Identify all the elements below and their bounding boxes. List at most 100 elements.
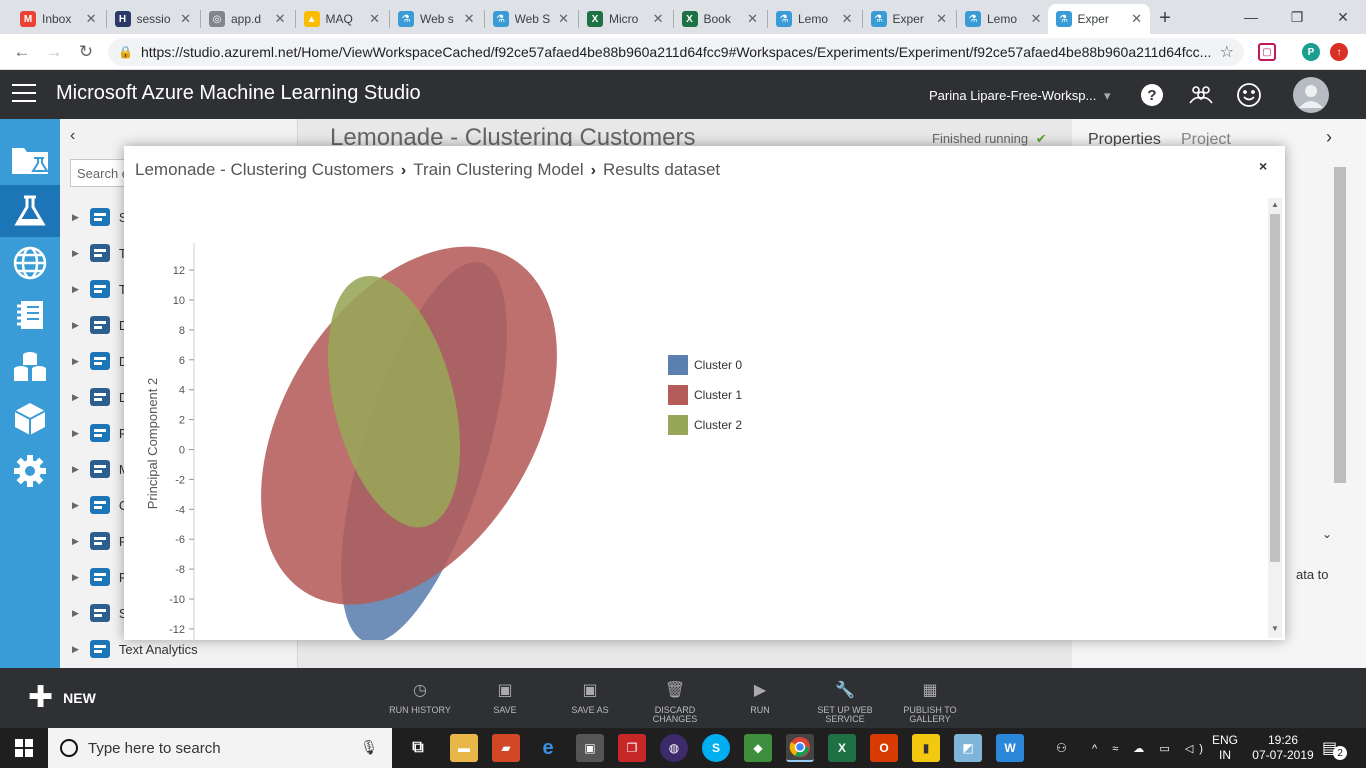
clock[interactable]: 19:26 07-07-2019 xyxy=(1252,728,1314,768)
forward-icon[interactable]: → xyxy=(42,40,66,64)
expand-arrow-icon[interactable]: ▶ xyxy=(72,392,79,403)
file-explorer-icon[interactable]: ▬ xyxy=(450,734,478,762)
palette-item[interactable]: ▶S xyxy=(72,595,128,631)
palette-item[interactable]: ▶C xyxy=(72,487,128,523)
user-avatar[interactable] xyxy=(1293,77,1329,113)
command-run-history[interactable]: ◷ RUN HISTORY xyxy=(377,680,463,715)
expand-arrow-icon[interactable]: ▶ xyxy=(72,428,79,439)
close-icon[interactable]: × xyxy=(1259,158,1267,174)
office-icon[interactable]: O xyxy=(870,734,898,762)
palette-item[interactable]: ▶D xyxy=(72,343,128,379)
edge-icon[interactable]: e xyxy=(534,734,562,762)
palette-item[interactable]: ▶S xyxy=(72,199,128,235)
language-indicator[interactable]: ENG IN xyxy=(1212,728,1238,768)
tab-close-icon[interactable]: ✕ xyxy=(275,11,286,27)
palette-item[interactable]: ▶R xyxy=(72,559,128,595)
new-button[interactable]: ✚ NEW xyxy=(28,683,96,713)
tab-close-icon[interactable]: ✕ xyxy=(936,11,947,27)
command-set-up-web-service[interactable]: 🔧 SET UP WEB SERVICE xyxy=(802,680,888,724)
palette-item[interactable]: ▶P xyxy=(72,523,128,559)
system-tray-icons[interactable]: ^ ≈ ☁ ▭ ◁) xyxy=(1092,728,1209,768)
excel-taskbar-icon[interactable]: X xyxy=(828,734,856,762)
store-icon[interactable]: ▣ xyxy=(576,734,604,762)
projects-icon[interactable] xyxy=(0,133,60,185)
experiments-icon[interactable] xyxy=(0,185,60,237)
tab-close-icon[interactable]: ✕ xyxy=(747,11,758,27)
task-view-icon[interactable]: ⧉ xyxy=(404,734,432,762)
expand-arrow-icon[interactable]: ▶ xyxy=(72,608,79,619)
taskbar-search-input[interactable]: Type here to search 🎙 xyxy=(48,728,392,768)
tab-close-icon[interactable]: ✕ xyxy=(653,11,664,27)
datasets-icon[interactable] xyxy=(0,341,60,393)
command-save-as[interactable]: ▣ SAVE AS xyxy=(547,680,633,715)
collapse-palette-icon[interactable]: ‹ xyxy=(70,127,75,145)
command-run[interactable]: ▶ RUN xyxy=(717,680,803,715)
expand-arrow-icon[interactable]: ▶ xyxy=(72,212,79,223)
browser-tab[interactable]: ⚗ Web S ✕ xyxy=(485,4,578,34)
url-text[interactable]: https://studio.azureml.net/Home/ViewWork… xyxy=(141,44,1220,60)
palette-item[interactable]: ▶ T xyxy=(72,235,127,271)
tab-close-icon[interactable]: ✕ xyxy=(1031,11,1042,27)
expand-arrow-icon[interactable]: ▶ xyxy=(72,356,79,367)
expand-arrow-icon[interactable]: ▶ xyxy=(72,536,79,547)
expand-arrow-icon[interactable]: ▶ xyxy=(72,248,79,259)
microphone-icon[interactable]: 🎙 xyxy=(360,739,378,756)
people-icon[interactable]: ⚇ xyxy=(1056,728,1067,768)
breadcrumb-module[interactable]: Train Clustering Model xyxy=(413,160,583,179)
browser-tab[interactable]: Hsessio ✕ xyxy=(107,4,200,34)
chrome-icon[interactable] xyxy=(786,734,814,762)
profile-avatar[interactable]: P xyxy=(1302,43,1320,61)
w-app-icon[interactable]: W xyxy=(996,734,1024,762)
browser-tab[interactable]: X Book ✕ xyxy=(674,4,767,34)
browser-tab[interactable]: ⚗ Exper ✕ xyxy=(863,4,956,34)
palette-item[interactable]: ▶D xyxy=(72,379,128,415)
expand-panel-icon[interactable]: › xyxy=(1326,127,1332,148)
command-save[interactable]: ▣ SAVE xyxy=(462,680,548,715)
browser-tab[interactable]: ▲ MAQ ✕ xyxy=(296,4,389,34)
browser-tab[interactable]: ◎ app.d ✕ xyxy=(201,4,294,34)
minimize-button[interactable]: — xyxy=(1228,0,1274,34)
extension-icon[interactable]: ▢ xyxy=(1258,43,1276,61)
hamburger-menu-icon[interactable] xyxy=(12,84,36,104)
breadcrumb-experiment[interactable]: Lemonade - Clustering Customers xyxy=(135,160,394,179)
maximize-button[interactable]: ❐ xyxy=(1274,0,1320,34)
expand-arrow-icon[interactable]: ▶ xyxy=(72,500,79,511)
expand-arrow-icon[interactable]: ▶ xyxy=(72,284,79,295)
book-app-icon[interactable]: ❐ xyxy=(618,734,646,762)
update-icon[interactable]: ↑ xyxy=(1330,43,1348,61)
eclipse-icon[interactable]: ◍ xyxy=(660,734,688,762)
skype-icon[interactable]: S xyxy=(702,734,730,762)
browser-tab[interactable]: ⚗ Web s ✕ xyxy=(390,4,483,34)
power-bi-icon[interactable]: ▮ xyxy=(912,734,940,762)
community-icon[interactable] xyxy=(1187,81,1215,109)
scrollbar-thumb[interactable] xyxy=(1270,214,1280,562)
action-center-icon[interactable]: ▤ 2 xyxy=(1322,728,1348,768)
windows-start-icon[interactable] xyxy=(0,728,48,768)
browser-tab[interactable]: ⚗ Exper ✕ xyxy=(1047,4,1150,34)
tab-close-icon[interactable]: ✕ xyxy=(842,11,853,27)
expand-arrow-icon[interactable]: ▶ xyxy=(72,320,79,331)
app-red-icon[interactable]: ▰ xyxy=(492,734,520,762)
scroll-down-icon[interactable]: ▼ xyxy=(1271,624,1279,633)
trained-models-icon[interactable] xyxy=(0,393,60,445)
browser-tab[interactable]: ⚗ Lemo ✕ xyxy=(957,4,1050,34)
expand-arrow-icon[interactable]: ▶ xyxy=(72,644,79,655)
tab-close-icon[interactable]: ✕ xyxy=(1131,11,1142,27)
browser-tab[interactable]: M Inbox ✕ xyxy=(12,4,105,34)
tab-close-icon[interactable]: ✕ xyxy=(558,11,569,27)
palette-item[interactable]: ▶ T xyxy=(72,271,127,307)
settings-gear-icon[interactable] xyxy=(0,445,60,497)
feedback-smiley-icon[interactable] xyxy=(1235,81,1263,109)
palette-item[interactable]: ▶D xyxy=(72,307,128,343)
web-services-icon[interactable] xyxy=(0,237,60,289)
reload-icon[interactable]: ↻ xyxy=(74,40,98,64)
dialog-scrollbar[interactable]: ▲ ▼ xyxy=(1268,198,1282,638)
scroll-up-icon[interactable]: ▲ xyxy=(1271,200,1279,209)
back-icon[interactable]: ← xyxy=(10,40,34,64)
window-close-button[interactable]: ✕ xyxy=(1320,0,1366,34)
section-chevron-icon[interactable]: ⌄ xyxy=(1322,527,1332,541)
palette-item[interactable]: ▶M xyxy=(72,451,130,487)
browser-tab[interactable]: X Micro ✕ xyxy=(579,4,672,34)
bookmark-star-icon[interactable]: ☆ xyxy=(1220,42,1234,62)
command-publish-to-gallery[interactable]: ▦ PUBLISH TO GALLERY xyxy=(887,680,973,724)
